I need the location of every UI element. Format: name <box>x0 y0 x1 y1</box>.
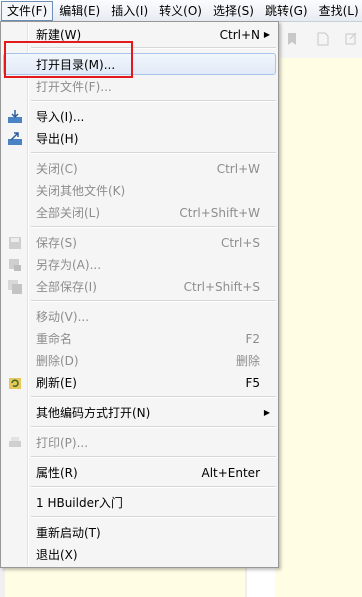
link-icon[interactable] <box>345 32 357 46</box>
menu-edit[interactable]: 编辑(E) <box>54 1 105 21</box>
menu-find[interactable]: 查找(L) <box>314 1 362 21</box>
menu-item-shortcut: Alt+Enter <box>201 466 260 480</box>
menu-separator <box>31 152 276 154</box>
menu-item-delete[interactable]: 删除(D) 删除 <box>3 350 276 372</box>
menu-separator <box>31 486 276 488</box>
file-menu-dropdown: 新建(W) Ctrl+N ▶ 打开目录(M)... 打开文件(F)... 导入(… <box>0 21 279 568</box>
save-as-icon <box>7 257 23 273</box>
menu-select[interactable]: 选择(S) <box>208 1 259 21</box>
menu-item-open-file[interactable]: 打开文件(F)... <box>3 76 276 98</box>
menu-item-label: 全部关闭(L) <box>36 206 101 220</box>
menu-item-print[interactable]: 打印(P)... <box>3 432 276 454</box>
menu-item-properties[interactable]: 属性(R) Alt+Enter <box>3 462 276 484</box>
page-icon[interactable] <box>317 32 329 46</box>
menu-item-label: 退出(X) <box>36 548 78 562</box>
menu-item-save[interactable]: 保存(S) Ctrl+S <box>3 232 276 254</box>
menu-item-label: 刷新(E) <box>36 376 77 390</box>
menu-item-close[interactable]: 关闭(C) Ctrl+W <box>3 158 276 180</box>
menu-item-new[interactable]: 新建(W) Ctrl+N ▶ <box>3 24 276 46</box>
menu-separator <box>31 516 276 518</box>
menu-file[interactable]: 文件(F) <box>1 0 54 21</box>
menu-item-shortcut: Ctrl+Shift+S <box>183 280 260 294</box>
menu-item-export[interactable]: 导出(H) <box>3 128 276 150</box>
menu-escape[interactable]: 转义(O) <box>154 1 207 21</box>
menu-item-exit[interactable]: 退出(X) <box>3 544 276 566</box>
menu-item-label: 关闭其他文件(K) <box>36 184 126 198</box>
menu-item-label: 关闭(C) <box>36 162 78 176</box>
export-icon <box>7 131 23 147</box>
menu-item-label: 全部保存(I) <box>36 280 97 294</box>
menu-item-shortcut: Ctrl+W <box>216 162 260 176</box>
menu-item-label: 另存为(A)... <box>36 258 102 272</box>
save-all-icon <box>7 279 23 295</box>
menu-item-label: 导入(I)... <box>36 110 85 124</box>
menu-item-label: 打印(P)... <box>36 436 89 450</box>
menu-separator <box>31 396 276 398</box>
menu-item-open-directory[interactable]: 打开目录(M)... <box>3 53 276 75</box>
divider <box>245 568 247 597</box>
menu-item-restart[interactable]: 重新启动(T) <box>3 522 276 544</box>
bookmark-icon[interactable] <box>286 32 298 46</box>
refresh-icon <box>7 375 23 391</box>
menu-item-open-with-encoding[interactable]: 其他编码方式打开(N) ▶ <box>3 402 276 424</box>
menu-separator <box>31 100 276 102</box>
menu-item-shortcut: F2 <box>245 332 260 346</box>
menu-item-label: 重新启动(T) <box>36 526 101 540</box>
menu-item-close-all[interactable]: 全部关闭(L) Ctrl+Shift+W <box>3 202 276 224</box>
import-icon <box>7 109 23 125</box>
menu-item-refresh[interactable]: 刷新(E) F5 <box>3 372 276 394</box>
menu-goto[interactable]: 跳转(G) <box>260 1 313 21</box>
menu-separator <box>31 47 276 49</box>
menu-item-shortcut: Ctrl+Shift+W <box>179 206 260 220</box>
menubar: 文件(F) 编辑(E) 插入(I) 转义(O) 选择(S) 跳转(G) 查找(L… <box>0 0 362 22</box>
menu-item-rename[interactable]: 重命名 F2 <box>3 328 276 350</box>
menu-item-recent-file[interactable]: 1 HBuilder入门 <box>3 492 276 514</box>
menu-insert[interactable]: 插入(I) <box>106 1 153 21</box>
print-icon <box>7 435 23 451</box>
menu-item-label: 保存(S) <box>36 236 77 250</box>
menu-item-import[interactable]: 导入(I)... <box>3 106 276 128</box>
menu-item-close-others[interactable]: 关闭其他文件(K) <box>3 180 276 202</box>
menu-separator <box>31 226 276 228</box>
menu-item-shortcut: F5 <box>245 376 260 390</box>
menu-item-label: 删除(D) <box>36 354 79 368</box>
menu-item-move[interactable]: 移动(V)... <box>3 306 276 328</box>
menu-item-label: 1 HBuilder入门 <box>36 496 123 510</box>
save-icon <box>7 235 23 251</box>
left-editor-area[interactable] <box>5 568 245 597</box>
menu-item-shortcut: Ctrl+N <box>219 28 260 42</box>
menu-item-shortcut: Ctrl+S <box>220 236 260 250</box>
menu-item-save-as[interactable]: 另存为(A)... <box>3 254 276 276</box>
menu-item-label: 新建(W) <box>36 28 82 42</box>
menu-item-label: 重命名 <box>36 332 73 346</box>
menu-item-label: 属性(R) <box>36 466 78 480</box>
menu-item-shortcut: 删除 <box>235 354 260 368</box>
menu-item-label: 打开文件(F)... <box>36 80 112 94</box>
editor-area[interactable] <box>275 58 362 597</box>
submenu-arrow-icon: ▶ <box>263 30 270 39</box>
menu-item-label: 其他编码方式打开(N) <box>36 406 151 420</box>
menu-item-label: 打开目录(M)... <box>36 58 116 72</box>
submenu-arrow-icon: ▶ <box>263 408 270 417</box>
editor-toolbar <box>275 22 362 59</box>
menu-separator <box>31 426 276 428</box>
menu-item-label: 移动(V)... <box>36 310 90 324</box>
menu-item-label: 导出(H) <box>36 132 79 146</box>
menu-separator <box>31 456 276 458</box>
menu-item-save-all[interactable]: 全部保存(I) Ctrl+Shift+S <box>3 276 276 298</box>
menu-separator <box>31 300 276 302</box>
